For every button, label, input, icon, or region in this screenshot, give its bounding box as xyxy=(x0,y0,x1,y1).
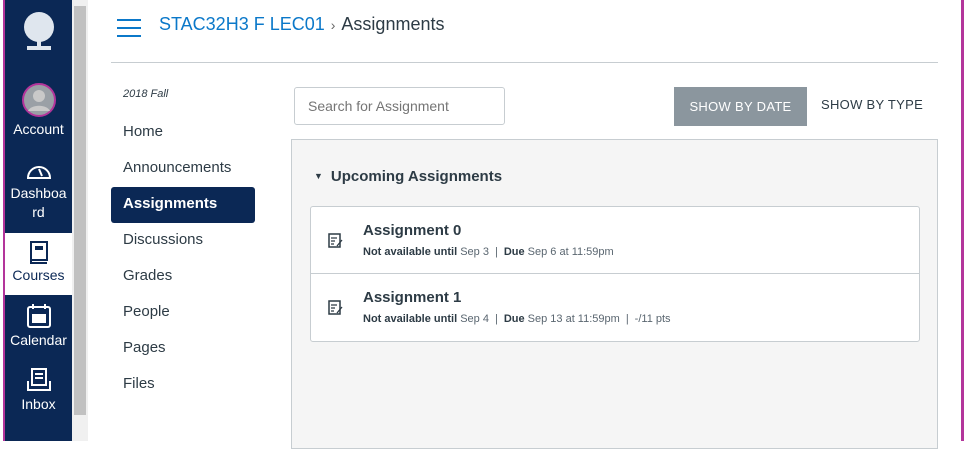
scrollbar-thumb[interactable] xyxy=(74,6,86,415)
term-label: 2018 Fall xyxy=(123,88,169,100)
availability-label: Not available until xyxy=(363,246,458,258)
course-nav-grades[interactable]: Grades xyxy=(111,259,255,295)
course-nav-files[interactable]: Files xyxy=(111,367,255,403)
assignment-icon xyxy=(328,300,343,315)
header-divider xyxy=(111,62,938,63)
breadcrumb-course-link[interactable]: STAC32H3 F LEC01 xyxy=(159,14,325,34)
availability-date: Sep 4 xyxy=(460,313,489,325)
course-nav-announcements[interactable]: Announcements xyxy=(111,151,255,187)
nav-calendar[interactable]: Calendar xyxy=(5,303,72,350)
assignment-list: Assignment 0 Not available until Sep 3 | D… xyxy=(310,206,920,342)
scrollbar[interactable] xyxy=(72,0,88,441)
due-label: Due xyxy=(503,246,525,258)
due-label: Due xyxy=(503,313,525,325)
search-assignment-input[interactable] xyxy=(294,87,505,125)
course-nav-pages[interactable]: Pages xyxy=(111,331,255,367)
nav-dashboard[interactable]: Dashboa rd xyxy=(5,158,72,222)
university-logo xyxy=(24,12,54,50)
course-nav-people[interactable]: People xyxy=(111,295,255,331)
global-nav: Account Dashboa rd Courses Calendar Inbo… xyxy=(5,0,72,441)
assignments-panel: ▼ Upcoming Assignments Assignment 0 Not a… xyxy=(291,139,938,449)
nav-account[interactable]: Account xyxy=(5,82,72,139)
show-by-type-button[interactable]: SHOW BY TYPE xyxy=(821,97,923,112)
hamburger-menu-icon[interactable] xyxy=(117,19,141,37)
breadcrumb-current: Assignments xyxy=(341,14,445,34)
assignment-row[interactable]: Assignment 0 Not available until Sep 3 | D… xyxy=(311,207,919,274)
assignment-row[interactable]: Assignment 1 Not available until Sep 4 | D… xyxy=(311,274,919,341)
group-title: Upcoming Assignments xyxy=(330,168,503,185)
group-toggle[interactable]: ▼ Upcoming Assignments xyxy=(314,168,502,185)
course-nav-assignments[interactable]: Assignments xyxy=(111,187,255,223)
caret-down-icon: ▼ xyxy=(314,171,323,181)
course-nav-discussions[interactable]: Discussions xyxy=(111,223,255,259)
book-icon xyxy=(29,241,48,264)
breadcrumb-separator: › xyxy=(330,17,336,33)
breadcrumb: STAC32H3 F LEC01 › Assignments xyxy=(159,14,444,35)
availability-label: Not available until xyxy=(363,313,458,325)
assignment-title[interactable]: Assignment 0 xyxy=(363,222,461,239)
course-nav-home[interactable]: Home xyxy=(111,115,255,151)
points: -/11 pts xyxy=(634,313,671,325)
due-date: Sep 6 at 11:59pm xyxy=(527,246,614,258)
assignment-title[interactable]: Assignment 1 xyxy=(363,289,461,306)
assignment-icon xyxy=(328,233,343,248)
calendar-icon xyxy=(26,304,51,328)
nav-inbox[interactable]: Inbox xyxy=(5,367,72,414)
due-date: Sep 13 at 11:59pm xyxy=(527,313,620,325)
dashboard-icon xyxy=(26,166,51,179)
avatar-icon xyxy=(21,83,56,117)
show-by-date-button[interactable]: SHOW BY DATE xyxy=(674,87,807,126)
availability-date: Sep 3 xyxy=(460,246,489,258)
inbox-icon xyxy=(26,368,51,391)
course-nav: Home Announcements Assignments Discussio… xyxy=(111,115,255,403)
nav-courses[interactable]: Courses xyxy=(5,233,72,295)
